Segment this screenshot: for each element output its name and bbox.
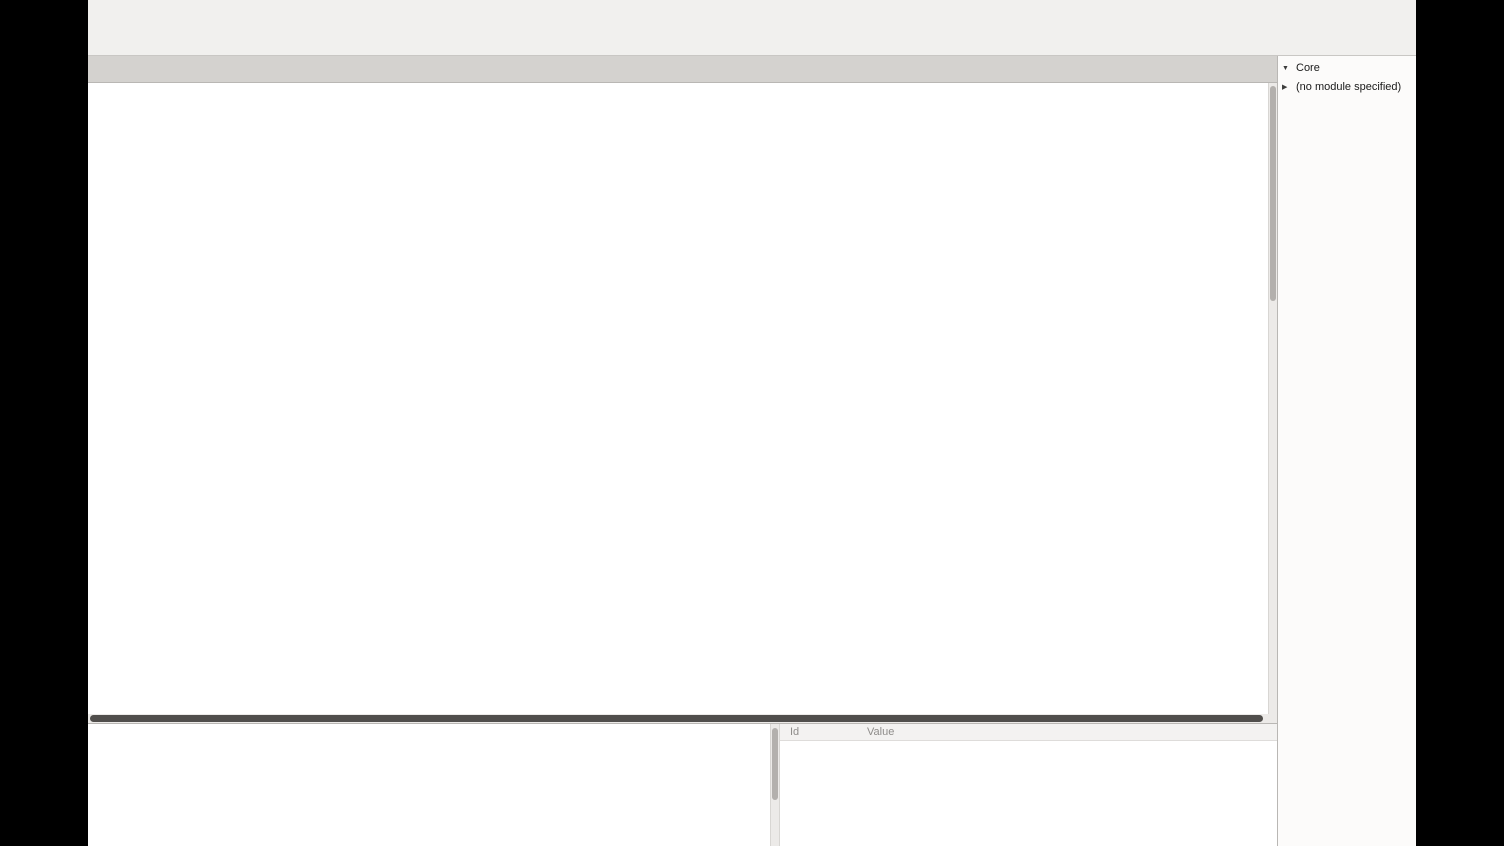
grc-window: Id Value ▼ Core ▶ (no module specified): [88, 0, 1416, 846]
console-scrollbar[interactable]: [770, 724, 779, 846]
console-log: [88, 724, 770, 846]
canvas-vertical-scrollbar[interactable]: [1268, 83, 1277, 714]
library-category-label: (no module specified): [1296, 81, 1401, 93]
expand-arrow-icon: ▶: [1282, 83, 1290, 91]
collapse-arrow-icon: ▼: [1282, 65, 1290, 72]
toolbar: [88, 19, 1416, 56]
column-header-id: Id: [780, 726, 867, 738]
variables-panel: Id Value: [779, 724, 1277, 846]
tab-bar: [88, 56, 1277, 83]
connection-wires: [88, 83, 1268, 714]
workspace: Id Value ▼ Core ▶ (no module specified): [88, 56, 1416, 846]
menu-bar: [88, 0, 1416, 19]
column-header-value: Value: [867, 726, 1277, 738]
scrollbar-thumb[interactable]: [1270, 86, 1276, 301]
library-category-label: Core: [1296, 62, 1320, 74]
library-category-core[interactable]: ▼ Core: [1278, 59, 1416, 77]
flowgraph-canvas[interactable]: [88, 83, 1268, 714]
bottom-panels: Id Value: [88, 723, 1277, 846]
scrollbar-thumb[interactable]: [90, 715, 1263, 722]
canvas-horizontal-scrollbar[interactable]: [88, 714, 1277, 723]
block-library: ▼ Core ▶ (no module specified): [1277, 56, 1416, 846]
canvas-area: [88, 83, 1277, 714]
library-category-no-module[interactable]: ▶ (no module specified): [1278, 77, 1416, 95]
scrollbar-thumb[interactable]: [772, 728, 778, 800]
variables-panel-header: Id Value: [780, 724, 1277, 741]
editor-column: Id Value: [88, 56, 1277, 846]
